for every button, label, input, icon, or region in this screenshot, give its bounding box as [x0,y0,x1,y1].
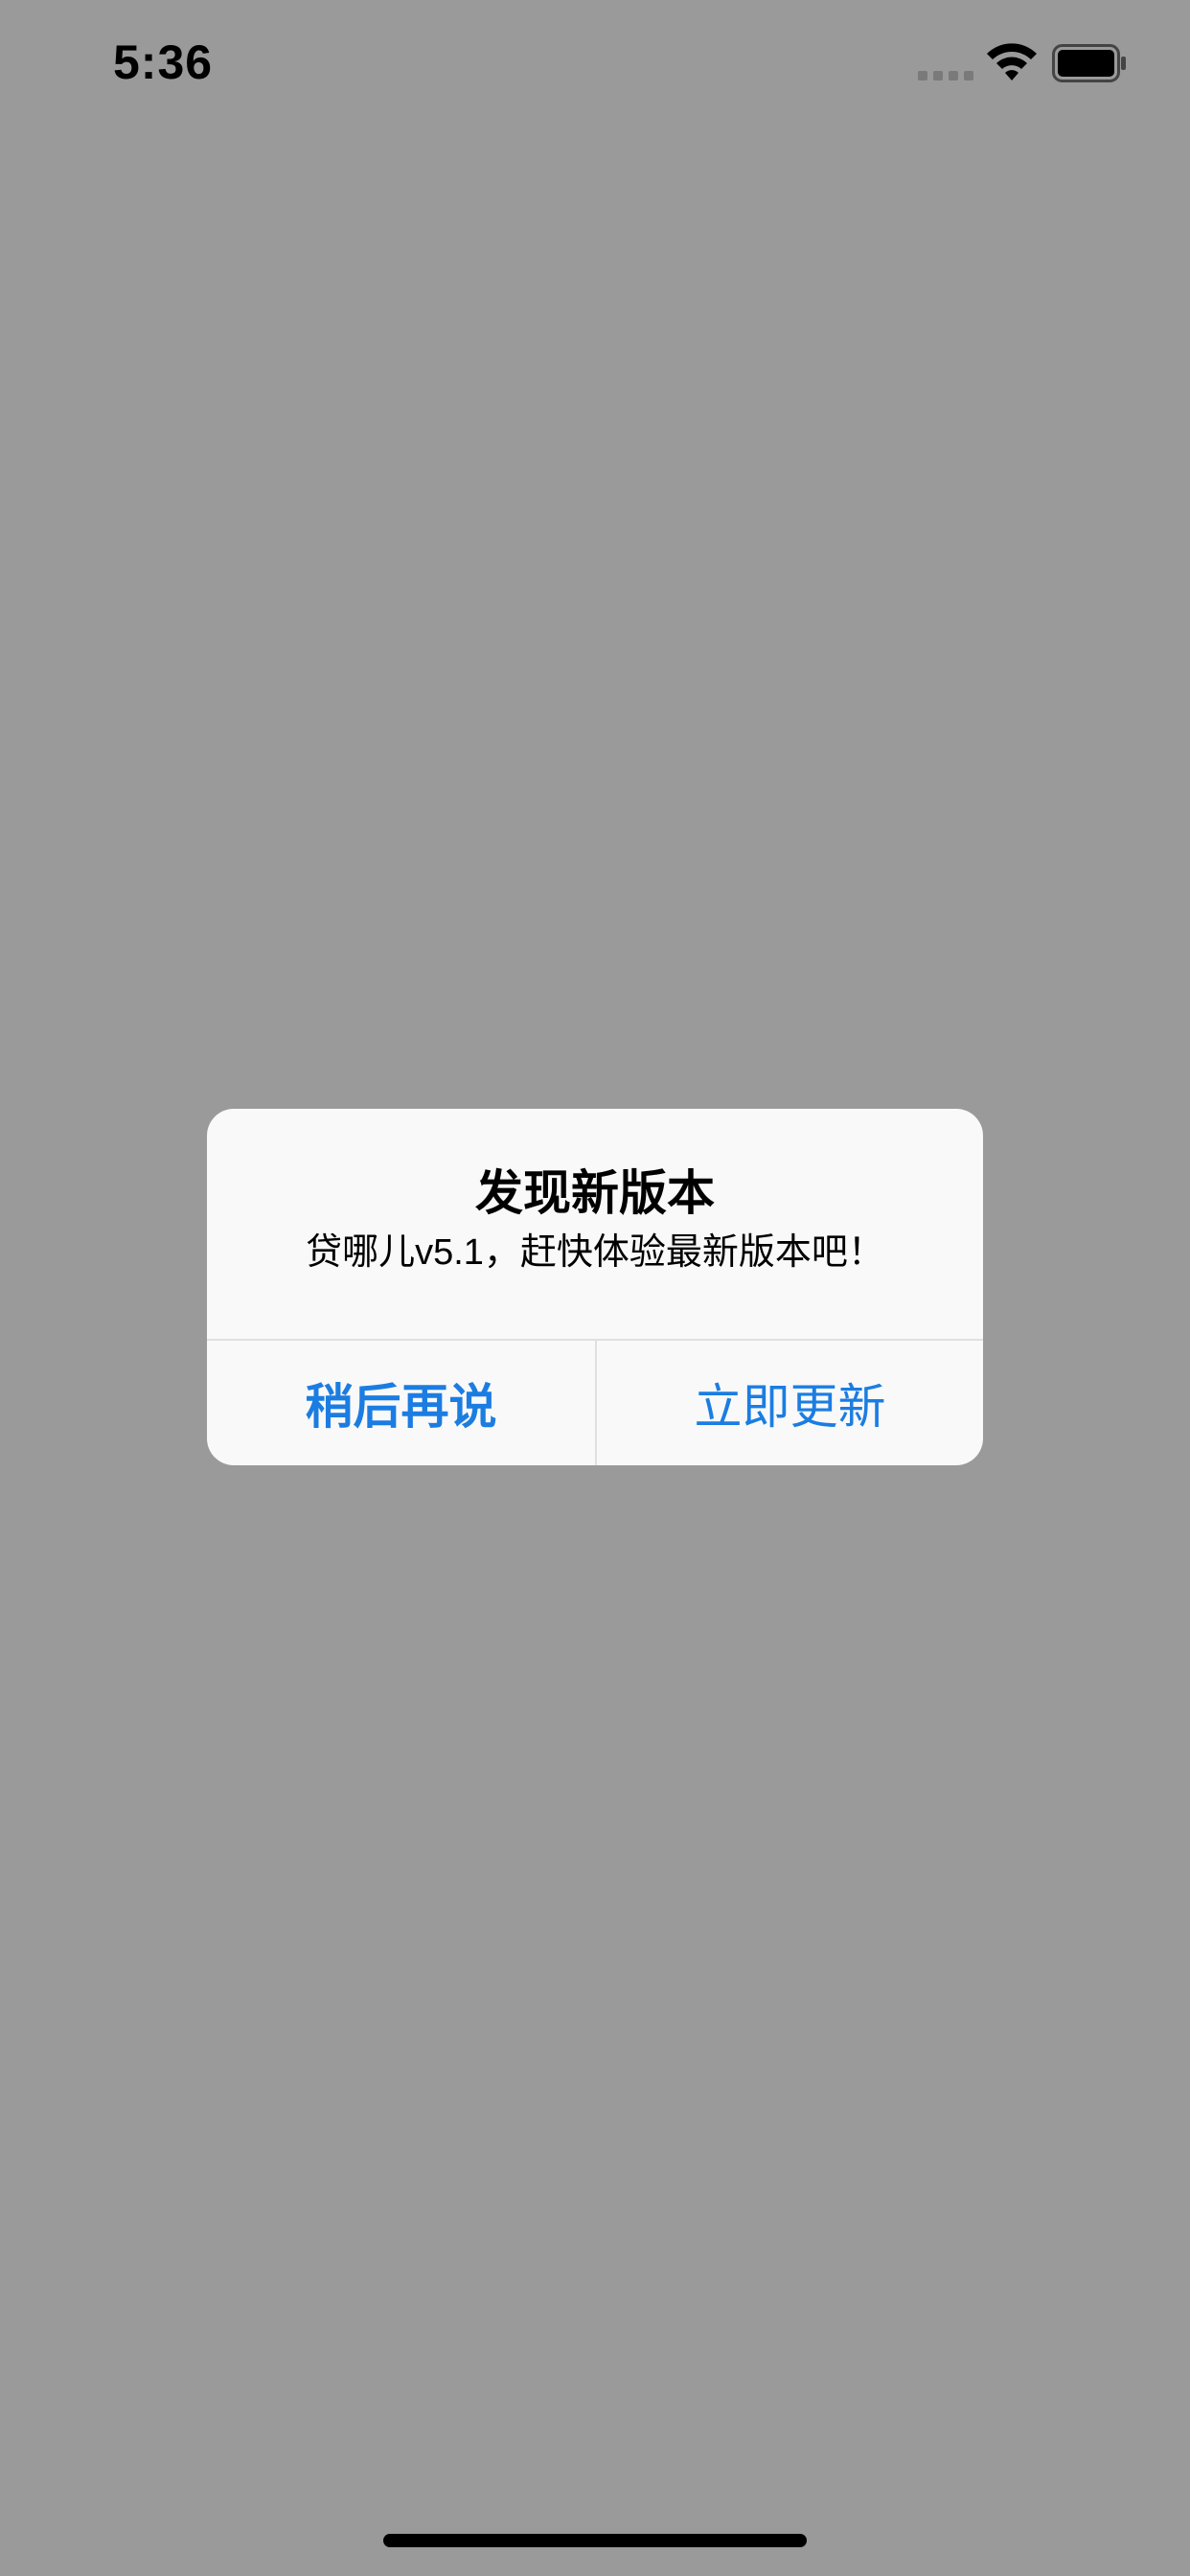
status-bar: 5:36 [0,0,1190,134]
home-indicator[interactable] [383,2534,807,2547]
later-button[interactable]: 稍后再说 [207,1341,595,1465]
alert-title: 发现新版本 [475,1166,715,1220]
signal-icon [918,71,973,80]
status-time: 5:36 [113,35,214,89]
alert-message: 贷哪儿v5.1，赶快体验最新版本吧！ [306,1232,884,1273]
wifi-icon [987,43,1037,80]
update-now-button[interactable]: 立即更新 [597,1341,983,1465]
battery-icon [1052,44,1126,82]
update-alert: 发现新版本 贷哪儿v5.1，赶快体验最新版本吧！ 稍后再说 立即更新 [207,1109,983,1465]
